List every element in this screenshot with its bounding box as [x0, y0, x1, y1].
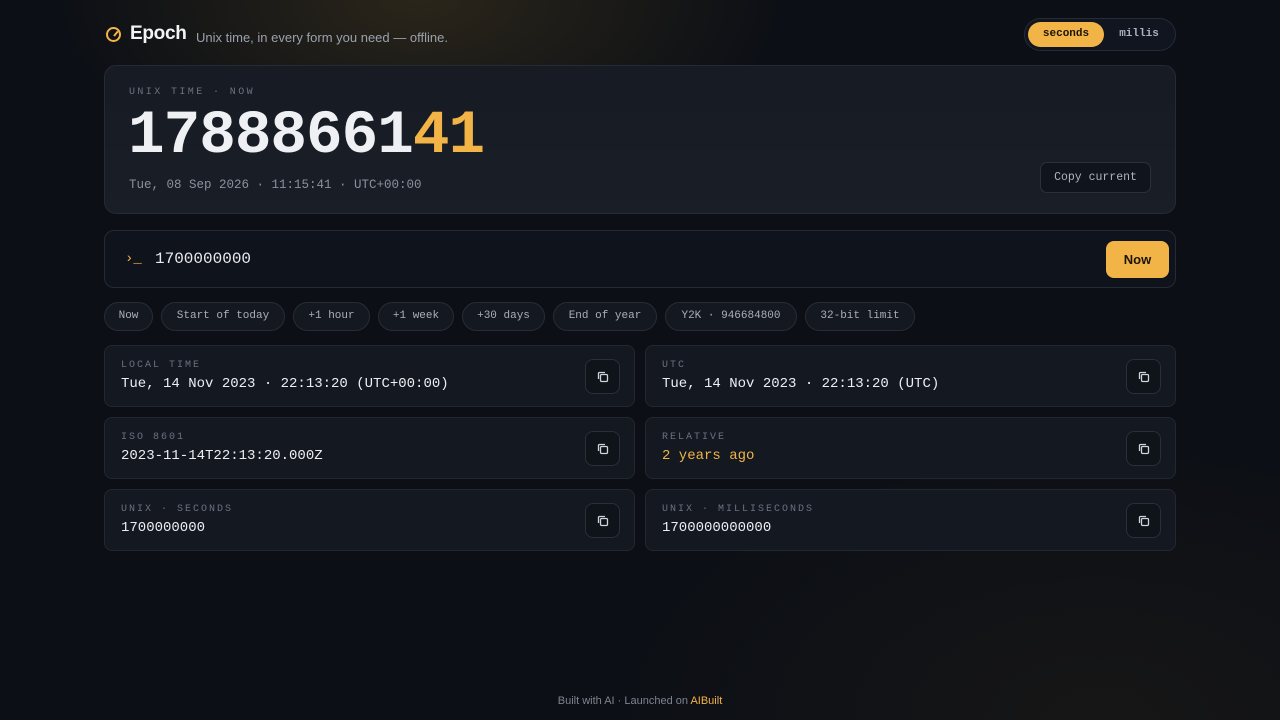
timestamp-seconds-digits: 41 [412, 102, 485, 171]
brand-tagline: Unix time, in every form you need — offl… [196, 30, 448, 45]
copy-unix-milliseconds-button[interactable] [1126, 503, 1161, 538]
card-label: UTC [662, 360, 687, 371]
card-label: RELATIVE [662, 432, 727, 443]
card-value: Tue, 14 Nov 2023 · 22:13:20 (UTC+00:00) [121, 376, 449, 392]
card-value: 2 years ago [662, 448, 755, 464]
preset-plus-30-days[interactable]: +30 days [462, 302, 545, 331]
copy-icon [597, 443, 609, 455]
card-value: 1700000000000 [662, 520, 772, 536]
card-unix-milliseconds: UNIX · MILLISECONDS 1700000000000 [645, 489, 1176, 551]
card-value: Tue, 14 Nov 2023 · 22:13:20 (UTC) [662, 376, 940, 392]
copy-utc-button[interactable] [1126, 359, 1161, 394]
brand-name: Epoch [130, 23, 187, 44]
copy-icon [1138, 515, 1150, 527]
copy-icon [1138, 371, 1150, 383]
unit-millis-button[interactable]: millis [1107, 22, 1171, 47]
current-date-readout: Tue, 08 Sep 2026 · 11:15:41 · UTC+00:00 [129, 178, 422, 192]
card-unix-seconds: UNIX · SECONDS 1700000000 [104, 489, 635, 551]
preset-plus-1-week[interactable]: +1 week [378, 302, 454, 331]
preset-end-of-year[interactable]: End of year [553, 302, 657, 331]
card-relative: RELATIVE 2 years ago [645, 417, 1176, 479]
preset-32-bit-limit[interactable]: 32-bit limit [805, 302, 915, 331]
card-label: LOCAL TIME [121, 360, 202, 371]
copy-local-time-button[interactable] [585, 359, 620, 394]
copy-unix-seconds-button[interactable] [585, 503, 620, 538]
prompt-icon: ›_ [125, 251, 142, 267]
copy-icon [597, 515, 609, 527]
footer-text: Built with AI · Launched on [557, 695, 688, 707]
card-label: ISO 8601 [121, 432, 186, 443]
current-time-panel: UNIX TIME · NOW 1788866141 Tue, 08 Sep 2… [104, 65, 1176, 214]
clock-icon [106, 27, 121, 42]
footer: Built with AI · Launched on AIBuilt [0, 695, 1280, 707]
hero-label: UNIX TIME · NOW [129, 87, 256, 98]
copy-relative-button[interactable] [1126, 431, 1161, 466]
preset-y2k[interactable]: Y2K · 946684800 [665, 302, 797, 331]
timestamp-main-digits: 17888661 [128, 102, 414, 171]
footer-link[interactable]: AIBuilt [690, 695, 722, 707]
preset-start-of-today[interactable]: Start of today [161, 302, 285, 331]
preset-now[interactable]: Now [104, 302, 153, 331]
card-utc: UTC Tue, 14 Nov 2023 · 22:13:20 (UTC) [645, 345, 1176, 407]
app-header: Epoch Unix time, in every form you need … [104, 18, 1176, 51]
card-value: 2023-11-14T22:13:20.000Z [121, 448, 323, 464]
card-iso-8601: ISO 8601 2023-11-14T22:13:20.000Z [104, 417, 635, 479]
preset-plus-1-hour[interactable]: +1 hour [293, 302, 370, 331]
card-value: 1700000000 [121, 520, 206, 536]
card-label: UNIX · MILLISECONDS [662, 504, 815, 515]
timestamp-input-bar: ›_ Now [104, 230, 1176, 288]
copy-current-button[interactable]: Copy current [1040, 162, 1151, 193]
unit-seconds-button[interactable]: seconds [1028, 22, 1104, 47]
current-unix-timestamp: 1788866141 [128, 102, 485, 171]
copy-icon [597, 371, 609, 383]
copy-iso-button[interactable] [585, 431, 620, 466]
card-label: UNIX · SECONDS [121, 504, 234, 515]
now-button[interactable]: Now [1106, 241, 1169, 278]
card-local-time: LOCAL TIME Tue, 14 Nov 2023 · 22:13:20 (… [104, 345, 635, 407]
copy-icon [1138, 443, 1150, 455]
unit-toggle: seconds millis [1024, 18, 1176, 51]
timestamp-input[interactable] [155, 245, 1055, 273]
